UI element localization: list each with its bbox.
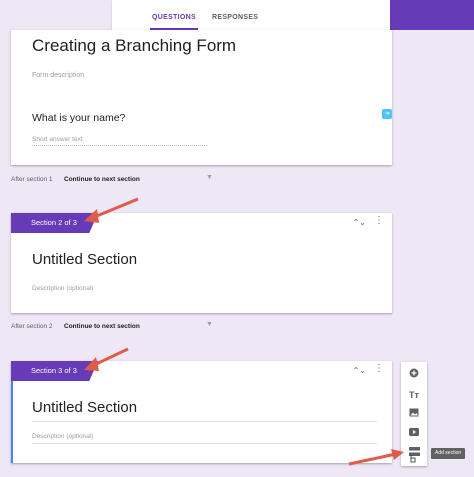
- after-section-dropdown[interactable]: Continue to next section: [64, 323, 140, 330]
- tabs-bar: QUESTIONS RESPONSES: [112, 0, 390, 30]
- collapse-icon[interactable]: ⌃⌄: [353, 366, 366, 375]
- add-video-icon[interactable]: [401, 424, 427, 442]
- add-section-tooltip: Add section: [431, 448, 466, 459]
- after-section-label: After section 2: [11, 323, 53, 330]
- form-title[interactable]: Creating a Branching Form: [32, 36, 236, 56]
- question-title[interactable]: What is your name?: [32, 112, 125, 124]
- add-section-icon[interactable]: [401, 444, 427, 462]
- more-vert-icon[interactable]: ⋮: [374, 216, 384, 226]
- section-card-3: Section 3 of 3 ⌃⌄ ⋮ Untitled Section Des…: [11, 361, 392, 463]
- dropdown-arrow-icon[interactable]: ▼: [206, 174, 213, 181]
- section-tab-label: Section 3 of 3: [11, 361, 98, 381]
- form-header-card: Creating a Branching Form Form descripti…: [11, 30, 392, 165]
- section-tab-label: Section 2 of 3: [11, 213, 98, 233]
- tab-questions[interactable]: QUESTIONS: [150, 0, 198, 30]
- add-question-icon[interactable]: [401, 366, 427, 384]
- after-section-label: After section 1: [11, 176, 53, 183]
- section-description-field[interactable]: Description (optional): [32, 433, 377, 444]
- import-icon[interactable]: ⇥: [382, 109, 392, 119]
- side-toolbar: Tт: [401, 362, 427, 466]
- after-section-dropdown[interactable]: Continue to next section: [64, 176, 140, 183]
- dropdown-arrow-icon[interactable]: ▼: [206, 321, 213, 328]
- short-answer-field: Short answer text: [32, 136, 207, 146]
- section-title[interactable]: Untitled Section: [32, 399, 137, 416]
- more-vert-icon[interactable]: ⋮: [374, 364, 384, 374]
- section-title[interactable]: Untitled Section: [32, 251, 137, 268]
- form-description-field[interactable]: Form description: [32, 72, 84, 79]
- tab-responses[interactable]: RESPONSES: [212, 0, 258, 30]
- header-bar: [390, 0, 474, 30]
- collapse-icon[interactable]: ⌃⌄: [353, 218, 366, 227]
- section-card-2: Section 2 of 3 ⌃⌄ ⋮ Untitled Section Des…: [11, 213, 392, 313]
- add-image-icon[interactable]: [401, 405, 427, 423]
- title-underline: [32, 421, 377, 422]
- after-section-2-row: After section 2 Continue to next section…: [11, 321, 213, 330]
- add-title-icon[interactable]: Tт: [401, 386, 427, 404]
- section-description-field[interactable]: Description (optional): [32, 285, 93, 295]
- after-section-1-row: After section 1 Continue to next section…: [11, 174, 213, 183]
